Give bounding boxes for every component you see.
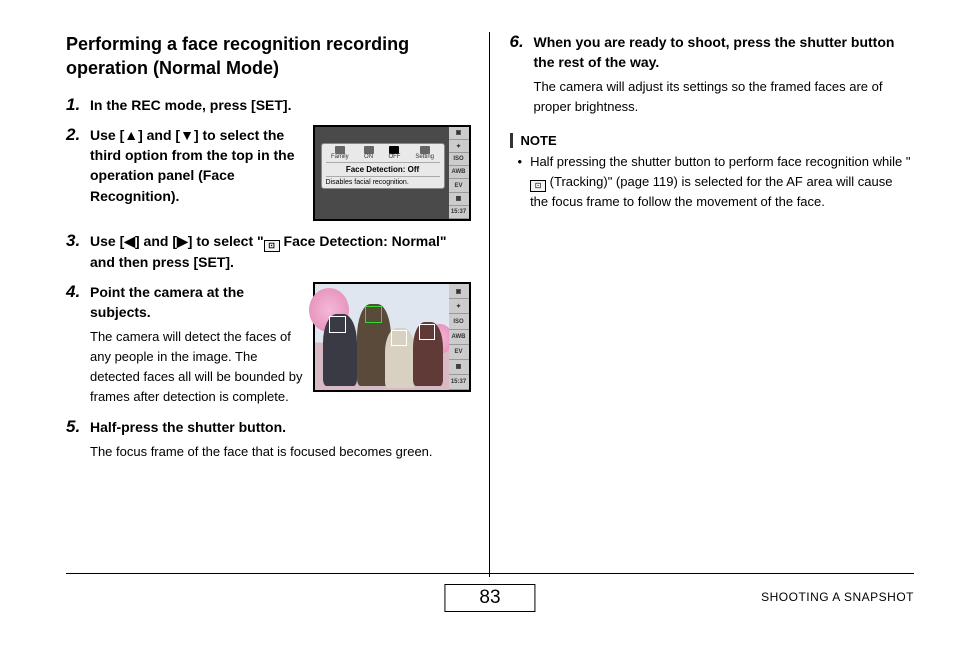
panel-title: Face Detection: Off [326, 165, 440, 174]
step-2: 2. Use [▲] and [▼] to select the third o… [66, 125, 471, 221]
sidebar-icon: AWB [449, 330, 469, 345]
step-5: 5. Half-press the shutter button. The fo… [66, 417, 471, 461]
step-desc: The camera will adjust its settings so t… [534, 77, 915, 117]
step-lead: Half-press the shutter button. [90, 417, 471, 437]
note-label: NOTE [521, 133, 915, 148]
step-lead: When you are ready to shoot, press the s… [534, 32, 915, 73]
step-1: 1. In the REC mode, press [SET]. [66, 95, 471, 115]
left-column: Performing a face recognition recording … [66, 32, 487, 577]
photo-background [315, 284, 449, 390]
tab-label: Family [331, 154, 349, 160]
right-column: 6. When you are ready to shoot, press th… [492, 32, 915, 577]
footer: 83 SHOOTING A SNAPSHOT [66, 573, 914, 618]
section-title: Performing a face recognition recording … [66, 32, 471, 81]
sidebar-icon: ISO [449, 153, 469, 166]
sidebar-icon: ▣ [449, 284, 469, 299]
column-divider [489, 32, 490, 577]
tab-label: ON [364, 154, 373, 160]
sidebar-icon: ▦ [449, 193, 469, 206]
note-bullet: • Half pressing the shutter button to pe… [510, 152, 915, 212]
tracking-icon: ⊡ [530, 180, 546, 192]
content-columns: Performing a face recognition recording … [66, 32, 914, 577]
step-4: 4. Point the camera at the subjects. The… [66, 282, 471, 407]
step-number: 4. [66, 282, 90, 407]
footer-rule [66, 573, 914, 574]
tab-label: OFF [388, 154, 400, 160]
step-number: 2. [66, 125, 90, 221]
camera-panel-screenshot: ▣ ✦ ISO AWB EV ▦ 15:37 Family ON OFF [313, 125, 471, 221]
step-number: 5. [66, 417, 90, 461]
step-6: 6. When you are ready to shoot, press th… [510, 32, 915, 117]
face-detect-icon: ⊡ [264, 240, 280, 252]
section-label: SHOOTING A SNAPSHOT [761, 590, 914, 604]
step-lead: Use [▲] and [▼] to select the third opti… [90, 125, 303, 206]
camera-photo-screenshot: ▣ ✦ ISO AWB EV ▦ 15:37 [313, 282, 471, 392]
sidebar-time: 15:37 [449, 375, 469, 390]
step-desc: The camera will detect the faces of any … [90, 327, 303, 408]
sidebar-icon: EV [449, 345, 469, 360]
sidebar-icon: ▦ [449, 360, 469, 375]
step-lead: Point the camera at the subjects. [90, 282, 303, 323]
step-number: 3. [66, 231, 90, 272]
bullet-icon: • [518, 152, 523, 212]
step-lead: Use [◀] and [▶] to select "⊡ Face Detect… [90, 231, 471, 272]
step-desc: The focus frame of the face that is focu… [90, 442, 471, 462]
sidebar-icon: AWB [449, 166, 469, 179]
note-part: (Tracking)" (page 119) is selected for t… [530, 174, 892, 209]
sidebar-icon: ✦ [449, 140, 469, 153]
sidebar-icon: ISO [449, 314, 469, 329]
camera-sidebar: ▣ ✦ ISO AWB EV ▦ 15:37 [449, 284, 469, 390]
lead-part: Use [◀] and [▶] to select " [90, 233, 264, 249]
note-block: NOTE [510, 133, 915, 148]
operation-panel: Family ON OFF Setting Face Detection: Of… [321, 143, 445, 189]
step-lead: In the REC mode, press [SET]. [90, 95, 471, 115]
sidebar-time: 15:37 [449, 206, 469, 219]
sidebar-icon: ▣ [449, 127, 469, 140]
sidebar-icon: EV [449, 179, 469, 192]
tab-label: Setting [415, 154, 434, 160]
step-number: 1. [66, 95, 90, 115]
camera-sidebar: ▣ ✦ ISO AWB EV ▦ 15:37 [449, 127, 469, 219]
step-number: 6. [510, 32, 534, 117]
page-number: 83 [444, 584, 535, 612]
note-text: Half pressing the shutter button to perf… [530, 152, 914, 212]
panel-subtitle: Disables facial recognition. [326, 176, 440, 186]
sidebar-icon: ✦ [449, 299, 469, 314]
panel-tabs: Family ON OFF Setting [326, 146, 440, 163]
step-3: 3. Use [◀] and [▶] to select "⊡ Face Det… [66, 231, 471, 272]
note-part: Half pressing the shutter button to perf… [530, 154, 910, 169]
